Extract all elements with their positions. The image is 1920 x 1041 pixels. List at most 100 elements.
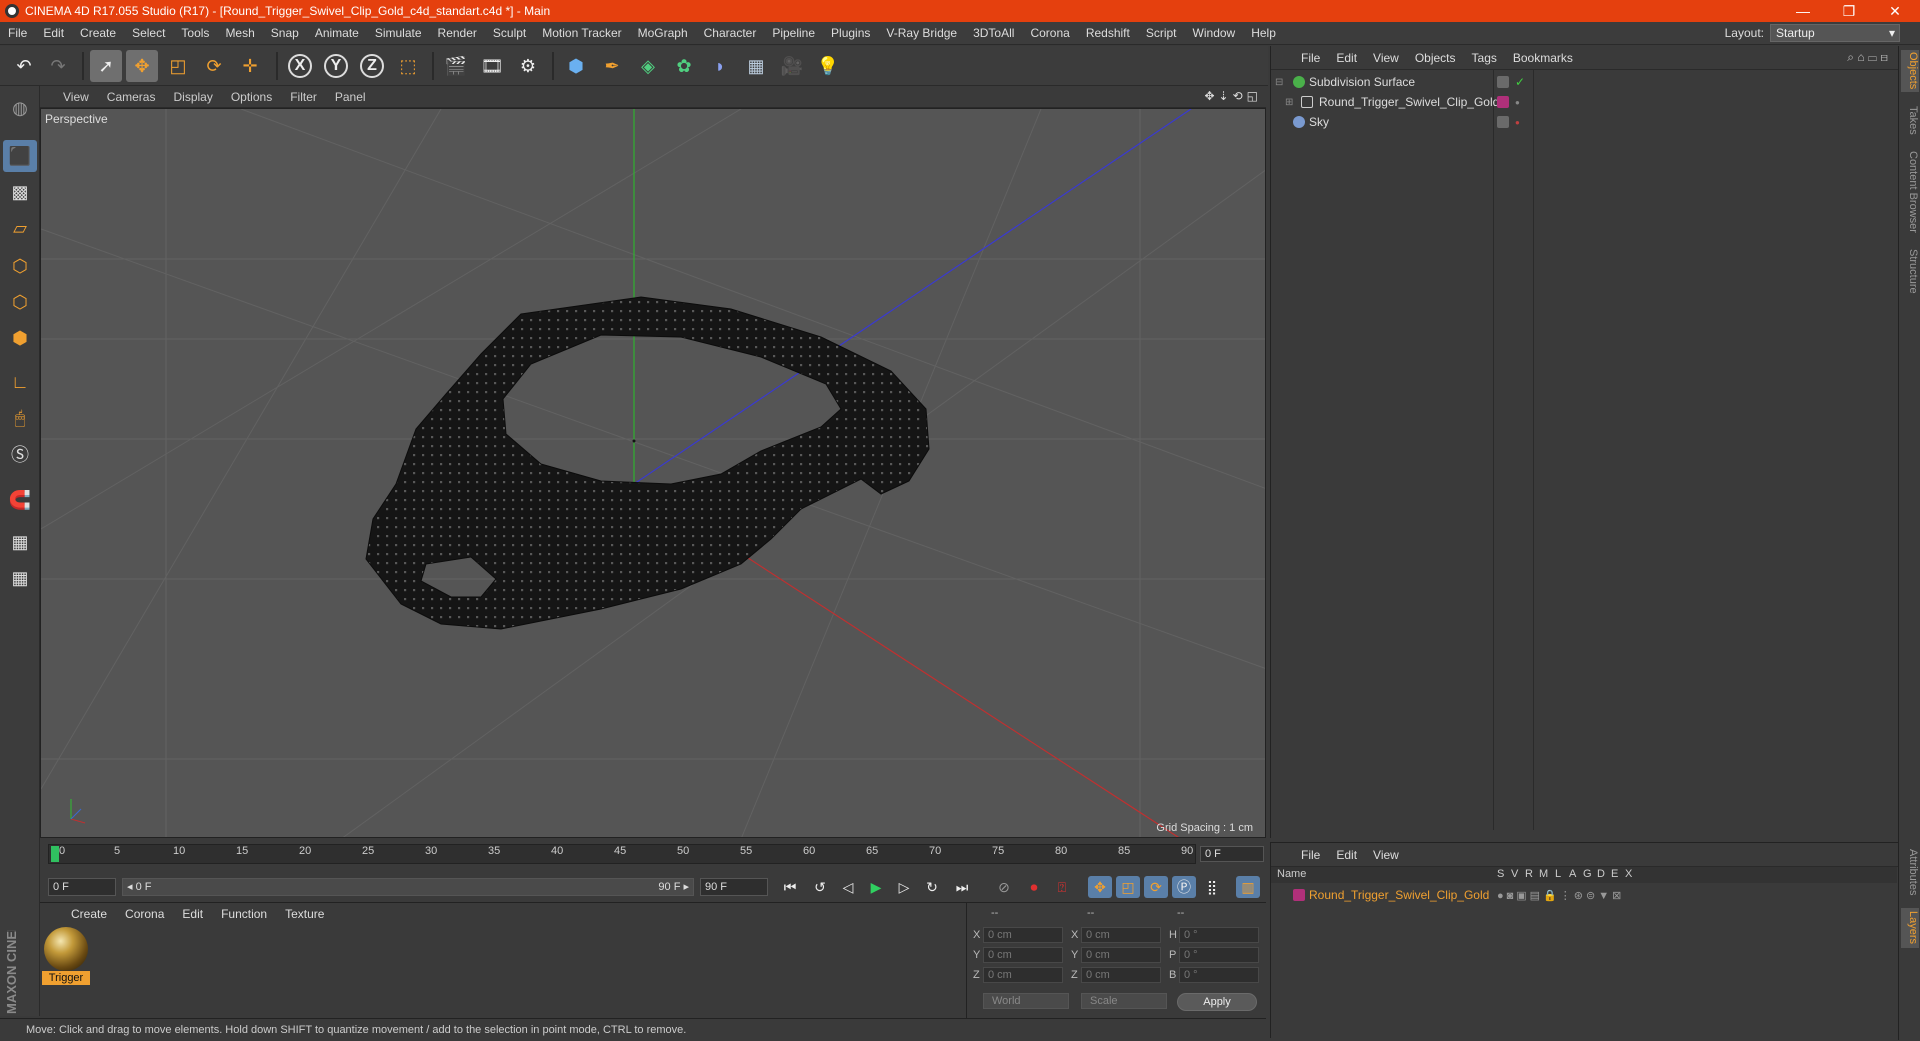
workplane-icon[interactable]: ▱ — [3, 212, 37, 244]
object-row-swivel-clip[interactable]: ⊞ Round_Trigger_Swivel_Clip_Gold ● — [1271, 92, 1897, 112]
apply-button[interactable]: Apply — [1177, 993, 1257, 1011]
menu-plugins[interactable]: Plugins — [823, 26, 878, 40]
menu-tools[interactable]: Tools — [173, 26, 217, 40]
viewport-menu-cameras[interactable]: Cameras — [98, 90, 165, 104]
tab-content-browser[interactable]: Content Browser — [1901, 146, 1919, 238]
move-tool-icon[interactable]: ✥ — [126, 50, 158, 82]
object-row-sky[interactable]: Sky ● — [1271, 112, 1897, 132]
menu-pipeline[interactable]: Pipeline — [764, 26, 823, 40]
end-frame-field[interactable]: 90 F — [700, 878, 768, 896]
minimize-button[interactable]: — — [1780, 0, 1826, 22]
objects-menu-file[interactable]: File — [1293, 51, 1328, 65]
layer-menu-view[interactable]: View — [1365, 848, 1407, 862]
objects-menu-edit[interactable]: Edit — [1328, 51, 1365, 65]
z-axis-lock-button[interactable]: Z — [356, 50, 388, 82]
prev-frame-icon[interactable]: ◁ — [836, 876, 860, 898]
key-rotation-icon[interactable]: ⟳ — [1144, 876, 1168, 898]
orbit-icon[interactable]: ⟲ — [1233, 89, 1243, 103]
layer-color-swatch[interactable] — [1293, 889, 1305, 901]
material-preview-swatch[interactable] — [44, 927, 88, 971]
prev-key-icon[interactable]: ↺ — [808, 876, 832, 898]
menu-window[interactable]: Window — [1185, 26, 1244, 40]
autokey-icon[interactable]: ⍰ — [1050, 876, 1074, 898]
record-keys-icon[interactable]: ⏺ — [1022, 876, 1046, 898]
position-y-field[interactable]: 0 cm — [983, 947, 1063, 963]
menu-render[interactable]: Render — [430, 26, 485, 40]
edit-render-settings-icon[interactable]: ⚙ — [512, 50, 544, 82]
light-icon[interactable]: 💡 — [812, 50, 844, 82]
layer-row[interactable]: Round_Trigger_Swivel_Clip_Gold ●◙▣▤🔒⋮⊛⊜▼… — [1271, 885, 1897, 905]
polygons-mode-icon[interactable]: ⬢ — [3, 322, 37, 354]
menu-motion-tracker[interactable]: Motion Tracker — [534, 26, 629, 40]
x-axis-lock-button[interactable]: X — [284, 50, 316, 82]
model-mode-icon[interactable]: ⬛ — [3, 140, 37, 172]
pan-icon[interactable]: ✥ — [1204, 89, 1214, 103]
layer-flag-icons[interactable]: ●◙▣▤🔒⋮⊛⊜▼⊠ — [1497, 889, 1624, 902]
camera-icon[interactable]: 🎥 — [776, 50, 808, 82]
current-frame-field[interactable]: 0 F — [1200, 846, 1264, 862]
menu-simulate[interactable]: Simulate — [367, 26, 430, 40]
solo-mode-icon[interactable]: Ⓢ — [3, 438, 37, 470]
object-row-subdivision-surface[interactable]: ⊟ Subdivision Surface ✓ — [1271, 72, 1897, 92]
spline-pen-icon[interactable]: ✒ — [596, 50, 628, 82]
position-x-field[interactable]: 0 cm — [983, 927, 1063, 943]
edges-mode-icon[interactable]: ⬡ — [3, 286, 37, 318]
play-icon[interactable]: ▶ — [864, 876, 888, 898]
start-frame-field[interactable]: 0 F — [48, 878, 116, 896]
size-x-field[interactable]: 0 cm — [1081, 927, 1161, 943]
viewport-menu-filter[interactable]: Filter — [281, 90, 326, 104]
axis-mode-icon[interactable]: ∟ — [3, 366, 37, 398]
render-view-icon[interactable]: 🎬 — [440, 50, 472, 82]
tab-objects[interactable]: Objects — [1901, 50, 1919, 92]
scale-tool-icon[interactable]: ◰ — [162, 50, 194, 82]
subdivision-surface-icon[interactable]: ◈ — [632, 50, 664, 82]
material-menu-corona[interactable]: Corona — [116, 907, 173, 921]
visibility-dots-icon[interactable]: ● — [1515, 98, 1520, 107]
key-position-icon[interactable]: ✥ — [1088, 876, 1112, 898]
floor-icon[interactable]: ▦ — [740, 50, 772, 82]
objects-menu-view[interactable]: View — [1365, 51, 1407, 65]
coordinate-space-dropdown[interactable]: World — [983, 993, 1069, 1009]
transform-tool-icon[interactable]: ✛ — [234, 50, 266, 82]
position-z-field[interactable]: 0 cm — [983, 967, 1063, 983]
menu-edit[interactable]: Edit — [35, 26, 72, 40]
enabled-check-icon[interactable]: ✓ — [1515, 75, 1525, 89]
menu-character[interactable]: Character — [696, 26, 765, 40]
menu-mograph[interactable]: MoGraph — [630, 26, 696, 40]
layer-tag-icon[interactable] — [1497, 76, 1509, 88]
next-key-icon[interactable]: ↻ — [920, 876, 944, 898]
search-icon[interactable]: ⌕ ⌂ ▭ ⊟ — [1847, 50, 1888, 65]
texture-mode-icon[interactable]: ▩ — [3, 176, 37, 208]
frame-range-slider[interactable]: ◂ 0 F 90 F ▸ — [122, 878, 694, 896]
viewport-menu-view[interactable]: View — [54, 90, 98, 104]
objects-menu-tags[interactable]: Tags — [1464, 51, 1505, 65]
tab-takes[interactable]: Takes — [1901, 102, 1919, 138]
size-z-field[interactable]: 0 cm — [1081, 967, 1161, 983]
snap-magnet-icon[interactable]: 🧲 — [3, 484, 37, 516]
material-menu-edit[interactable]: Edit — [173, 907, 212, 921]
menu-mesh[interactable]: Mesh — [217, 26, 262, 40]
maximize-view-icon[interactable]: ◱ — [1247, 89, 1258, 103]
goto-end-icon[interactable]: ⏭ — [950, 876, 974, 898]
key-pla-icon[interactable]: ⣿ — [1200, 876, 1224, 898]
menu-redshift[interactable]: Redshift — [1078, 26, 1138, 40]
layer-menu-edit[interactable]: Edit — [1328, 848, 1365, 862]
playhead[interactable] — [51, 846, 59, 862]
make-editable-icon[interactable]: ◍ — [3, 92, 37, 124]
expand-icon[interactable]: ⊞ — [1285, 97, 1293, 108]
viewport-menu-display[interactable]: Display — [164, 90, 221, 104]
rotation-p-field[interactable]: 0 ° — [1179, 947, 1259, 963]
menu-create[interactable]: Create — [72, 26, 124, 40]
locked-workplane-icon[interactable]: ▦ — [3, 526, 37, 558]
tab-structure[interactable]: Structure — [1901, 246, 1919, 296]
menu-help[interactable]: Help — [1243, 26, 1284, 40]
objects-menu-objects[interactable]: Objects — [1407, 51, 1464, 65]
menu-select[interactable]: Select — [124, 26, 173, 40]
layer-color-icon[interactable] — [1497, 96, 1509, 108]
key-parameter-icon[interactable]: Ⓟ — [1172, 876, 1196, 898]
material-name-label[interactable]: Trigger — [42, 971, 90, 985]
next-frame-icon[interactable]: ▷ — [892, 876, 916, 898]
y-axis-lock-button[interactable]: Y — [320, 50, 352, 82]
restore-button[interactable]: ❐ — [1826, 0, 1872, 22]
motion-record-icon[interactable]: ⊘ — [992, 876, 1016, 898]
